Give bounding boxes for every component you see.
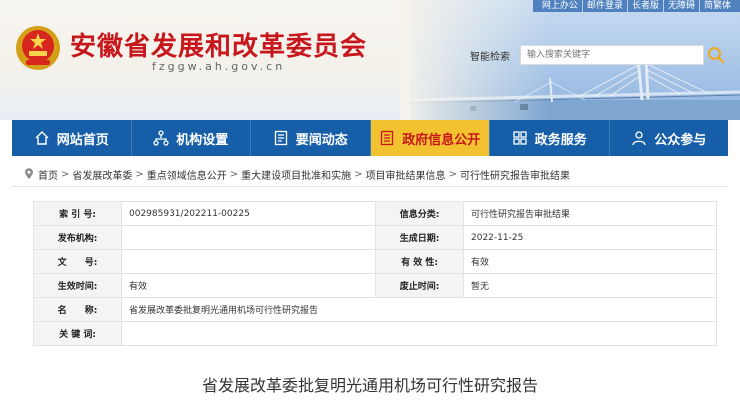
nav-item-label: 网站首页 [56,132,109,148]
nav-item-label: 政府信息公开 [402,132,481,148]
validity-label: 有 效 性: [375,249,464,274]
breadcrumb-item[interactable]: 省发展改革委 [72,167,132,182]
nav-item-label: 要闻动态 [295,132,348,148]
docno-value [121,249,376,274]
top-link-elder[interactable]: 长者版 [626,0,663,12]
search-bar: 智能检索 [470,44,732,66]
table-row: 文 号: 有 效 性: 有效 [33,249,717,274]
table-row: 名 称: 省发展改革委批复明光通用机场可行性研究报告 [33,297,717,322]
table-row: 关 键 词: [33,321,717,346]
main-nav: 网站首页 机构设置 要闻动态 政府信息公开 政务服务 公众参与 [12,120,728,156]
keywords-label: 关 键 词: [33,321,122,346]
table-row: 生效时间: 有效 废止时间: 暂无 [33,273,717,298]
participation-icon [632,131,646,146]
date-value: 2022-11-25 [463,225,717,250]
top-link-office[interactable]: 网上办公 [538,0,582,12]
table-row: 索 引 号: 002985931/202211-00225 信息分类: 可行性研… [33,201,717,226]
repeal-value: 暂无 [463,273,717,298]
index-value: 002985931/202211-00225 [121,201,376,226]
nav-item-disclosure[interactable]: 政府信息公开 [370,120,490,156]
top-link-accessibility[interactable]: 无障碍 [662,0,699,12]
nav-item-label: 公众参与 [654,132,707,148]
search-button[interactable] [704,44,728,66]
category-label: 信息分类: [375,201,464,226]
page: { "top_links": ["网上办公", "邮件登录", "长者版", "… [0,0,740,406]
search-icon [708,47,725,64]
nav-item-home[interactable]: 网站首页 [12,120,132,156]
site-domain: fzggw.ah.gov.cn [152,60,286,73]
document-info-table: 索 引 号: 002985931/202211-00225 信息分类: 可行性研… [33,201,717,346]
search-label: 智能检索 [470,51,510,63]
validity-value: 有效 [463,249,717,274]
date-label: 生成日期: [375,225,464,250]
search-input[interactable] [520,45,704,65]
table-row: 发布机构: 生成日期: 2022-11-25 [33,225,717,250]
name-label: 名 称: [33,297,122,322]
top-links-bar: 网上办公 邮件登录 长者版 无障碍 简繁体 [532,0,740,12]
effective-label: 生效时间: [33,273,122,298]
index-label: 索 引 号: [33,201,122,226]
breadcrumb-divider [12,186,728,187]
publisher-label: 发布机构: [33,225,122,250]
breadcrumb-item[interactable]: 项目审批结果信息 [366,167,446,182]
document-title: 省发展改革委批复明光通用机场可行性研究报告 [201,376,538,395]
docno-label: 文 号: [33,249,122,274]
nav-item-service[interactable]: 政务服务 [490,120,610,156]
home-icon [35,131,49,145]
breadcrumb: 首页 > 省发展改革委 > 重点领域信息公开 > 重大建设项目批准和实施 > 项… [24,162,570,186]
news-icon [274,130,287,146]
breadcrumb-current[interactable]: 可行性研究报告审批结果 [460,167,570,182]
nav-item-label: 政务服务 [534,132,587,148]
org-icon [153,130,169,146]
site-title[interactable]: 安徽省发展和改革委员会 [70,26,367,63]
disclosure-icon [381,130,394,146]
category-value: 可行性研究报告审批结果 [463,201,717,226]
nav-item-participation[interactable]: 公众参与 [610,120,729,156]
breadcrumb-item[interactable]: 重点领域信息公开 [147,167,227,182]
site-header: 网上办公 邮件登录 长者版 无障碍 简繁体 安徽省发展和改革委员会 fzggw.… [0,0,740,120]
publisher-value [121,225,376,250]
location-pin-icon [25,168,33,179]
nav-item-label: 机构设置 [176,132,229,148]
top-link-traditional[interactable]: 简繁体 [698,0,735,12]
top-link-mail[interactable]: 邮件登录 [581,0,627,12]
nav-item-organization[interactable]: 机构设置 [132,120,251,156]
repeal-label: 废止时间: [375,273,464,298]
effective-value: 有效 [121,273,376,298]
name-value: 省发展改革委批复明光通用机场可行性研究报告 [121,297,717,322]
breadcrumb-item[interactable]: 重大建设项目批准和实施 [241,167,351,182]
keywords-value [121,321,717,346]
service-icon [513,131,527,145]
national-emblem-icon [16,26,60,70]
nav-item-news[interactable]: 要闻动态 [251,120,371,156]
breadcrumb-home[interactable]: 首页 [38,167,58,182]
